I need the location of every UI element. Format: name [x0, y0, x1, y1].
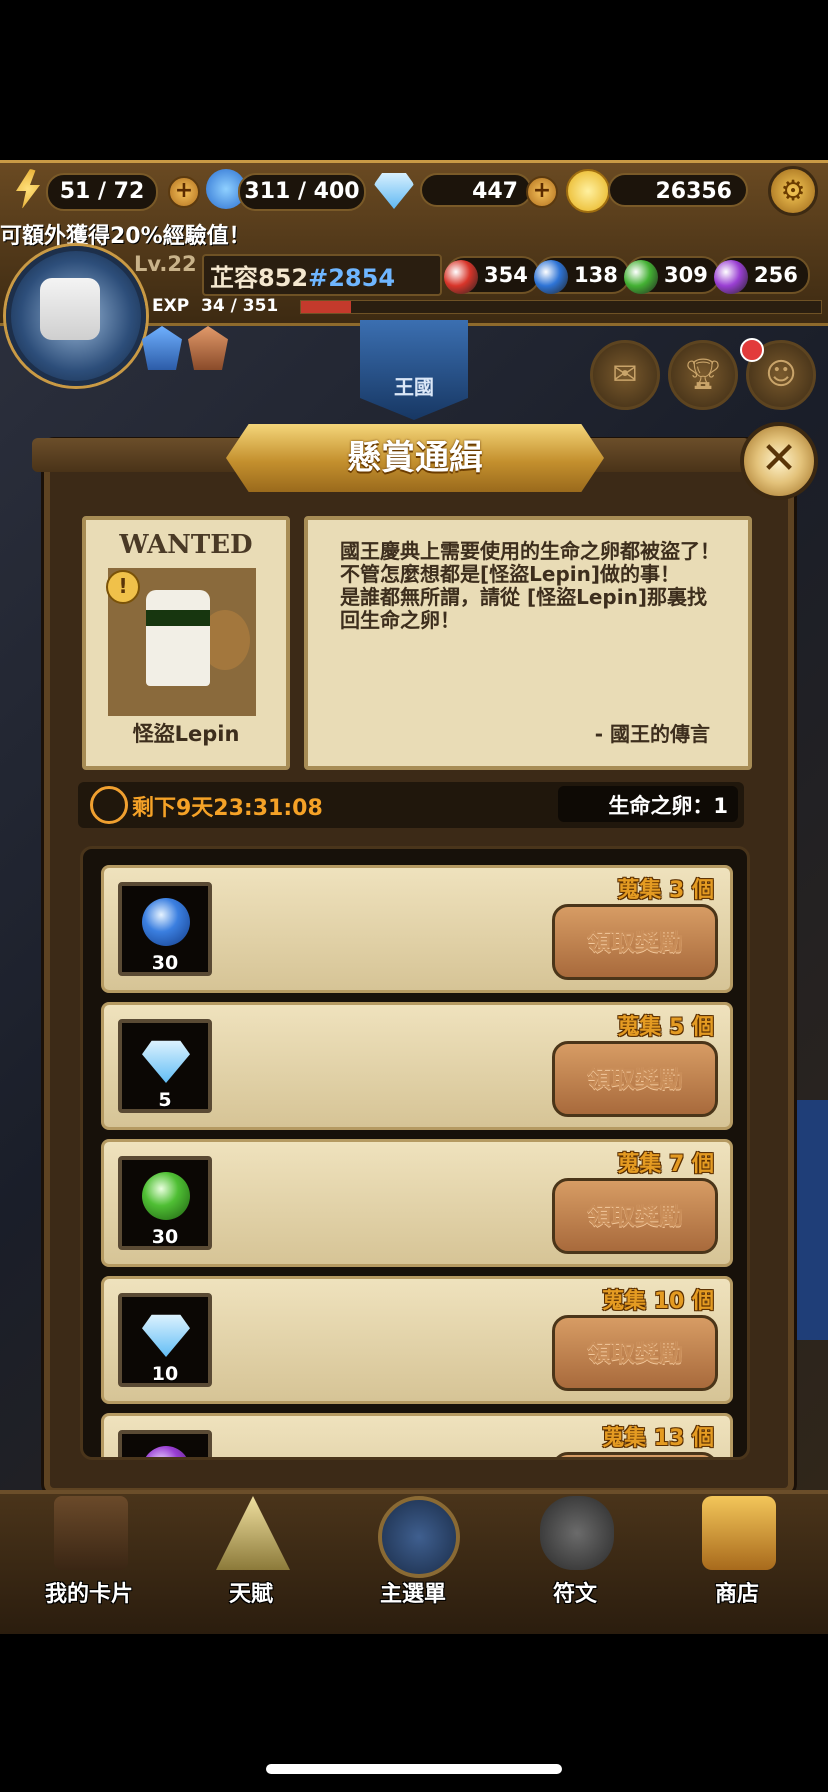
reward-item[interactable]: 10	[118, 1293, 212, 1387]
talent-pyramid-icon	[216, 1496, 290, 1570]
orb-icon	[444, 260, 478, 294]
orb-counter: 354	[444, 256, 540, 294]
main-menu-emblem-icon	[378, 1496, 460, 1578]
reward-item[interactable]: 30	[118, 882, 212, 976]
claim-reward-button[interactable]: 領取獎勵	[552, 1041, 718, 1117]
thief-mask	[146, 610, 210, 626]
nav-runes[interactable]: 符文	[500, 1496, 650, 1607]
wanted-heading: WANTED	[119, 530, 253, 560]
orb-counter: 309	[624, 256, 720, 294]
reward-item[interactable]: 5	[118, 1019, 212, 1113]
reward-count: 30	[151, 952, 179, 974]
claim-reward-button[interactable]: 領取獎勵	[552, 904, 718, 980]
exp-progress-bar	[300, 300, 822, 314]
orb-icon	[534, 260, 568, 294]
reward-row: 蒐集 13 個領取獎勵	[101, 1413, 733, 1457]
gem-icon	[374, 173, 414, 209]
orb-icon	[624, 260, 658, 294]
stopwatch-icon	[90, 786, 128, 824]
player-name: 芷容852#2854	[210, 258, 395, 293]
time-remaining: 剩下9天23:31:08	[132, 796, 323, 821]
info-icon[interactable]: !	[106, 570, 140, 604]
orb-value: 309	[664, 263, 708, 287]
exp-progress-fill	[301, 301, 352, 313]
nav-label: 商店	[714, 1582, 759, 1607]
shop-chest-icon	[702, 1496, 776, 1570]
orb-value: 256	[754, 263, 798, 287]
nav-label: 天賦	[228, 1582, 273, 1607]
collect-requirement: 蒐集 10 個	[602, 1289, 714, 1314]
nav-shop[interactable]: 商店	[662, 1496, 812, 1607]
exp-label: EXP 34 / 351	[152, 296, 278, 316]
claim-reward-button[interactable]: 領取獎勵	[552, 1178, 718, 1254]
trophy-button[interactable]: 🏆︎	[668, 340, 738, 410]
story-text: 國王慶典上需要使用的生命之卵都被盜了！ 不管怎麼想都是[怪盜Lepin]做的事！…	[340, 539, 720, 632]
nav-cards[interactable]: 我的卡片	[14, 1496, 164, 1607]
collect-requirement: 蒐集 3 個	[617, 878, 714, 903]
green-orb-icon	[142, 1172, 190, 1220]
orb-value: 138	[574, 263, 618, 287]
stamina-value: 51 / 72	[46, 173, 158, 211]
reward-row: 蒐集 5 個 5 領取獎勵	[101, 1002, 733, 1130]
thief-character	[146, 590, 210, 686]
orb-counter: 256	[714, 256, 810, 294]
modal-title: 懸賞通緝	[226, 424, 604, 492]
nav-label: 符文	[552, 1582, 597, 1607]
notification-dot	[740, 338, 764, 362]
exp-label-text: EXP	[152, 296, 190, 316]
orb-value: 354	[484, 263, 528, 287]
orb-icon	[714, 260, 748, 294]
collect-requirement: 蒐集 13 個	[602, 1426, 714, 1451]
mail-button[interactable]: ✉	[590, 340, 660, 410]
diamond-icon	[142, 1040, 190, 1083]
nav-talent[interactable]: 天賦	[176, 1496, 326, 1607]
potion-value: 311 / 400	[238, 173, 366, 211]
nav-main-menu[interactable]: 主選單	[338, 1496, 488, 1607]
home-indicator	[266, 1764, 562, 1774]
reward-row: 蒐集 7 個 30 領取獎勵	[101, 1139, 733, 1267]
gold-value: 26356	[608, 173, 748, 207]
egg-count: 生命之卵：1	[608, 794, 728, 818]
reward-count: 10	[151, 1363, 179, 1385]
wanted-name: 怪盜Lepin	[132, 722, 240, 746]
claim-reward-button[interactable]: 領取獎勵	[552, 1315, 718, 1391]
reward-row: 蒐集 3 個 30 領取獎勵	[101, 865, 733, 993]
collect-requirement: 蒐集 5 個	[617, 1015, 714, 1040]
player-name-text: 芷容852	[210, 264, 309, 292]
card-book-icon	[54, 1496, 128, 1570]
resource-bar: 51 / 72 + 311 / 400 447 + 26356	[0, 164, 828, 216]
gold-coin-icon	[566, 169, 610, 213]
reward-row: 蒐集 10 個 10 領取獎勵	[101, 1276, 733, 1404]
claim-reward-button[interactable]: 領取獎勵	[552, 1452, 718, 1457]
settings-gear-button[interactable]: ⚙	[768, 166, 818, 216]
orb-counter: 138	[534, 256, 630, 294]
blue-orb-icon	[142, 898, 190, 946]
reward-count: 5	[158, 1089, 172, 1111]
exp-value: 34 / 351	[201, 296, 279, 316]
player-tag: #2854	[308, 264, 396, 292]
lightning-icon	[16, 169, 40, 209]
close-button[interactable]: ✕	[740, 422, 818, 500]
rune-stone-icon	[540, 1496, 614, 1570]
reward-count: 30	[151, 1226, 179, 1248]
add-stamina-button[interactable]: +	[168, 176, 200, 208]
exp-bonus-ticker: 可額外獲得20%經驗值！	[0, 224, 251, 248]
reward-item[interactable]	[118, 1430, 212, 1457]
story-signature: - 國王的傳言	[594, 722, 710, 746]
gem-value: 447	[420, 173, 532, 207]
purple-orb-icon	[142, 1446, 190, 1457]
reward-list[interactable]: 蒐集 3 個 30 領取獎勵 蒐集 5 個 5 領取獎勵 蒐集 7 個 30 領取獎勵 蒐集 10…	[80, 846, 750, 1460]
reward-item[interactable]: 30	[118, 1156, 212, 1250]
diamond-icon	[142, 1314, 190, 1357]
player-level: Lv.22	[134, 252, 197, 276]
nav-label: 我的卡片	[44, 1582, 133, 1607]
kingdom-label: 王國	[394, 375, 434, 399]
nav-label: 主選單	[379, 1582, 446, 1607]
player-avatar-character	[40, 278, 100, 340]
add-gems-button[interactable]: +	[526, 176, 558, 208]
collect-requirement: 蒐集 7 個	[617, 1152, 714, 1177]
